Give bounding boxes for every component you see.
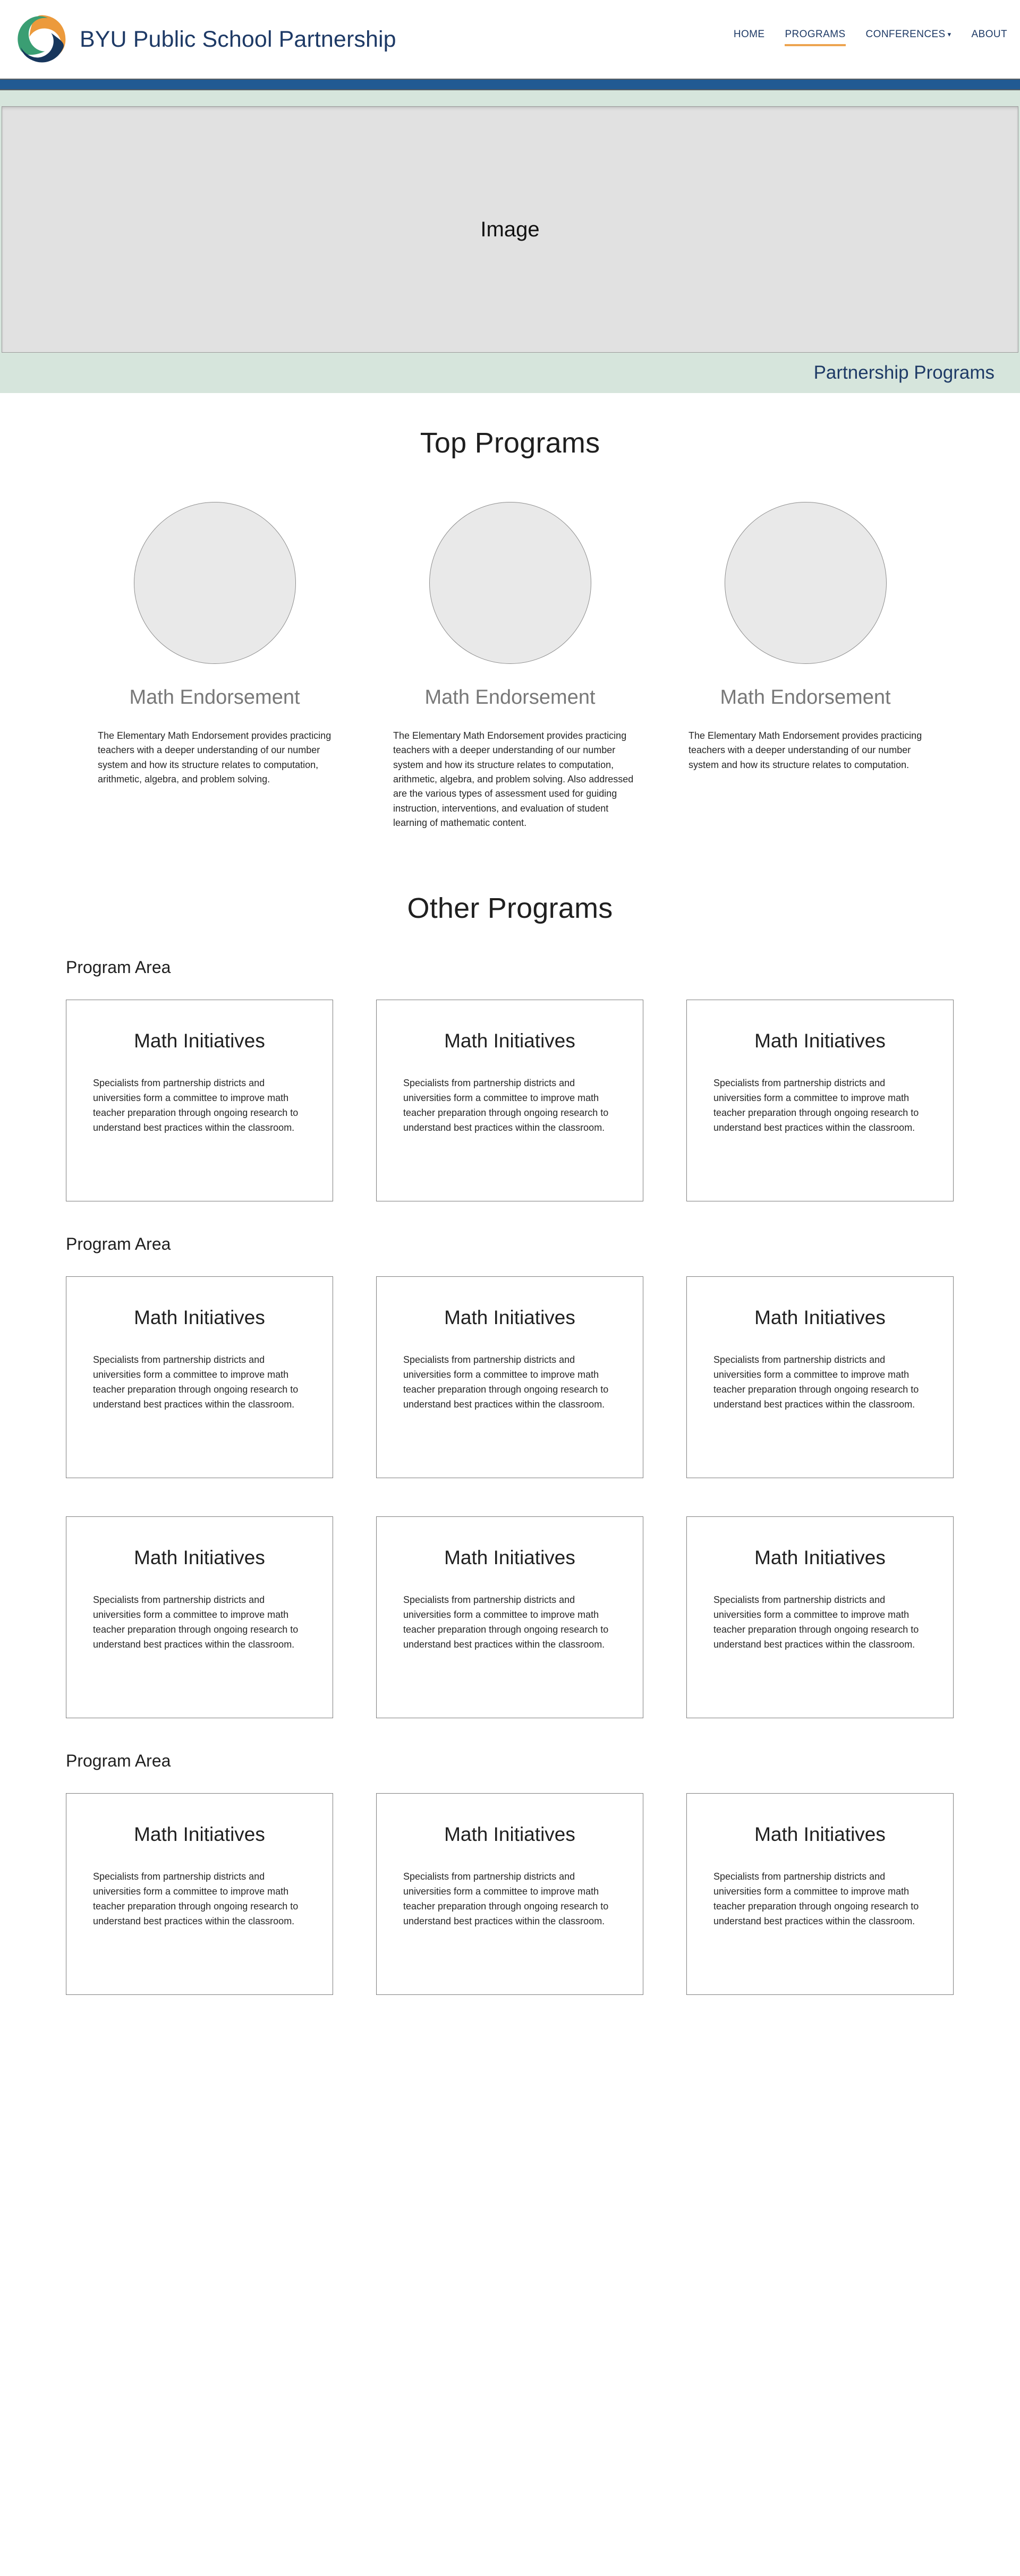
other-programs-heading: Other Programs [407,892,613,924]
page-bottom-spacer [0,1995,1020,2170]
accent-bar [0,79,1020,90]
program-card-title: Math Initiatives [444,1546,575,1568]
top-program-description: The Elementary Math Endorsement provides… [98,730,332,785]
top-program-description: The Elementary Math Endorsement provides… [688,730,922,770]
site-header: BYU Public School Partnership HOME PROGR… [0,0,1020,79]
hero-image-placeholder-label: Image [480,217,540,241]
program-area-label: Program Area [66,1234,171,1253]
brand-logo-link[interactable]: BYU Public School Partnership [13,11,396,68]
program-card-description: Specialists from partnership districts a… [93,1077,299,1133]
other-programs-section: Other Programs Program Area Math Initiat… [0,830,1020,2170]
top-program-title: Math Endorsement [129,686,300,709]
chevron-down-icon: ▾ [947,30,951,38]
program-card[interactable]: Math Initiatives Specialists from partne… [686,999,954,1201]
program-card-title: Math Initiatives [754,1029,886,1052]
nav-item-home[interactable]: HOME [734,29,765,44]
program-card-title: Math Initiatives [754,1306,886,1328]
program-area-card-grid: Math Initiatives Specialists from partne… [66,1276,1020,1718]
program-card[interactable]: Math Initiatives Specialists from partne… [376,999,643,1201]
program-card-description: Specialists from partnership districts a… [93,1354,299,1410]
program-card-title: Math Initiatives [444,1306,575,1328]
nav-item-programs[interactable]: PROGRAMS [785,29,846,46]
program-card-description: Specialists from partnership districts a… [713,1354,919,1410]
hero-caption-row: Partnership Programs [0,353,1020,393]
top-program-card[interactable]: Math Endorsement The Elementary Math End… [85,502,344,787]
byu-partnership-swirl-logo-icon [18,15,66,63]
program-card-title: Math Initiatives [134,1306,265,1328]
program-card-description: Specialists from partnership districts a… [403,1871,609,1926]
program-card[interactable]: Math Initiatives Specialists from partne… [66,1516,333,1718]
program-card[interactable]: Math Initiatives Specialists from partne… [376,1793,643,1995]
program-area-label: Program Area [66,957,171,977]
top-program-title: Math Endorsement [720,686,891,709]
page-title: Partnership Programs [813,362,994,383]
program-card-title: Math Initiatives [134,1823,265,1845]
program-area-block: Program Area Math Initiatives Specialist… [0,958,1020,1201]
main-navigation: HOME PROGRAMS CONFERENCES ▾ ABOUT [734,29,1007,46]
program-card[interactable]: Math Initiatives Specialists from partne… [686,1276,954,1478]
nav-item-conferences[interactable]: CONFERENCES ▾ [866,29,951,44]
top-programs-section: Top Programs Math Endorsement The Elemen… [0,393,1020,831]
program-card[interactable]: Math Initiatives Specialists from partne… [376,1516,643,1718]
top-programs-heading: Top Programs [420,427,600,459]
program-card[interactable]: Math Initiatives Specialists from partne… [686,1516,954,1718]
program-card[interactable]: Math Initiatives Specialists from partne… [66,999,333,1201]
program-card[interactable]: Math Initiatives Specialists from partne… [66,1793,333,1995]
program-card-title: Math Initiatives [754,1546,886,1568]
program-card-description: Specialists from partnership districts a… [713,1594,919,1650]
brand-title: BYU Public School Partnership [80,26,396,52]
program-card[interactable]: Math Initiatives Specialists from partne… [686,1793,954,1995]
program-card-description: Specialists from partnership districts a… [713,1077,919,1133]
top-program-description: The Elementary Math Endorsement provides… [393,730,634,829]
program-card[interactable]: Math Initiatives Specialists from partne… [66,1276,333,1478]
program-card[interactable]: Math Initiatives Specialists from partne… [376,1276,643,1478]
nav-item-conferences-label: CONFERENCES [865,29,946,40]
program-circle-image [429,502,591,664]
top-programs-grid: Math Endorsement The Elementary Math End… [0,502,1020,831]
program-area-card-grid: Math Initiatives Specialists from partne… [66,1793,1020,1995]
program-area-card-grid: Math Initiatives Specialists from partne… [66,999,1020,1201]
program-area-block: Program Area Math Initiatives Specialist… [0,1751,1020,1995]
program-card-description: Specialists from partnership districts a… [403,1077,609,1133]
program-card-title: Math Initiatives [134,1546,265,1568]
program-area-block: Program Area Math Initiatives Specialist… [0,1234,1020,1718]
program-card-title: Math Initiatives [754,1823,886,1845]
top-program-title: Math Endorsement [424,686,596,709]
top-program-card[interactable]: Math Endorsement The Elementary Math End… [380,502,640,831]
program-card-title: Math Initiatives [444,1029,575,1052]
program-circle-image [133,502,296,664]
program-circle-image [724,502,887,664]
hero-banner: Image Partnership Programs [0,90,1020,393]
program-card-description: Specialists from partnership districts a… [403,1354,609,1410]
top-program-card[interactable]: Math Endorsement The Elementary Math End… [676,502,935,772]
program-card-description: Specialists from partnership districts a… [713,1871,919,1926]
program-card-description: Specialists from partnership districts a… [93,1594,299,1650]
program-card-description: Specialists from partnership districts a… [93,1871,299,1926]
program-card-title: Math Initiatives [444,1823,575,1845]
program-area-label: Program Area [66,1751,171,1770]
nav-item-about[interactable]: ABOUT [972,29,1007,44]
program-card-description: Specialists from partnership districts a… [403,1594,609,1650]
hero-image-placeholder: Image [2,106,1018,353]
program-card-title: Math Initiatives [134,1029,265,1052]
